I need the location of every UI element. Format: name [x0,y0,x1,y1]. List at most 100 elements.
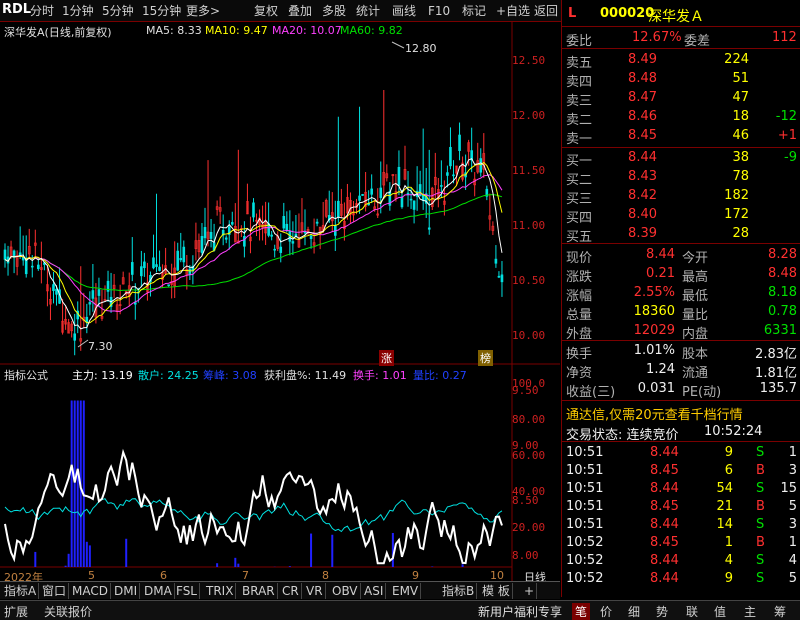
tick-price: 8.44 [650,481,679,496]
toolbar-more[interactable]: 更多> [186,3,220,19]
tab-brar[interactable]: BRAR [240,583,278,599]
trade-time: 10:52:24 [704,424,763,439]
main-force-label: 主力: 13.19 [72,369,133,382]
quote-row: 净资 1.24 流通 1.81亿 [562,360,800,381]
weibi-row: 委比 12.67% 委差 112 [562,28,800,49]
candle-body [449,146,452,167]
quote-value: 0.78 [768,304,797,319]
candle-body [91,290,95,299]
candle-body [361,194,364,196]
ask-price: 8.45 [628,128,657,143]
chip-bar [331,534,334,567]
tick-volume: 4 [724,553,733,568]
toolbar-adjust[interactable]: 复权 [254,3,278,19]
ask-price: 8.48 [628,71,657,86]
toolbar-mark[interactable]: 标记 [462,3,486,19]
rank-tag[interactable]: 榜 [478,350,493,366]
tab-template[interactable]: 模 板 [480,583,513,599]
toolbar-stats[interactable]: 统计 [356,3,380,19]
tab-vr[interactable]: VR [304,583,326,599]
candle-body [179,258,183,261]
quote-value: 12029 [633,323,675,338]
candle-body [188,268,192,275]
ask-price: 8.49 [628,52,657,67]
tab-macd[interactable]: MACD [70,583,111,599]
kline-chart-area[interactable]: 深华发A(日线,前复权) MA5: 8.33 MA10: 9.47 MA20: … [0,22,560,597]
tab-indicator-a[interactable]: 指标A [2,583,40,599]
indicator-title[interactable]: 指标公式 [4,367,48,383]
toolbar-intraday[interactable]: 分时 [30,3,54,19]
tab-add[interactable]: + [522,583,538,599]
toolbar-5min[interactable]: 5分钟 [102,3,134,19]
candle-body [400,196,404,208]
rise-tag[interactable]: 涨 [379,350,394,366]
tab-emv[interactable]: EMV [390,583,422,599]
chip-bar [76,400,79,567]
quote-row: 涨跌 0.21 最高 8.48 [562,264,800,285]
stock-name: 深华发Ａ [648,9,704,25]
tab-asi[interactable]: ASI [362,583,387,599]
toolbar-f10[interactable]: F10 [428,3,450,19]
tick-row: 10:52 8.44 4 S 4 [562,551,800,571]
candle-body [176,250,180,271]
candle-body [291,241,295,244]
bid-price: 8.42 [628,188,657,203]
tab-fsl[interactable]: FSL [174,583,200,599]
indicator-tick: 20.00 [512,521,546,534]
tab-chips[interactable]: 筹 [774,603,786,620]
candle-body [182,246,186,263]
tick-volume: 54 [716,481,733,496]
tab-dmi[interactable]: DMI [112,583,141,599]
expand-button[interactable]: 扩展 [4,603,28,620]
toolbar-back[interactable]: 返回 [534,3,558,19]
level2-promo[interactable]: 通达信,仅需20元查看千档行情 [566,404,743,423]
tab-main[interactable]: 主 [744,603,756,620]
ask-volume: 51 [732,71,749,86]
candle-body [273,248,276,251]
tab-trades[interactable]: 笔 [572,603,591,620]
candle-body [285,223,289,231]
chip-bar [216,563,219,567]
toolbar-multi[interactable]: 多股 [322,3,346,19]
toolbar-overlay[interactable]: 叠加 [288,3,312,19]
related-quote-button[interactable]: 关联报价 [44,603,92,620]
tab-value[interactable]: 值 [714,603,726,620]
chip-peak-label: 筹峰: 3.08 [203,369,257,382]
candle-body [252,202,255,218]
tab-window[interactable]: 窗口 [40,583,70,599]
quote-row: 外盘 12029 内盘 6331 [562,321,800,342]
tab-trend[interactable]: 势 [656,603,668,620]
tick-row: 10:52 8.45 1 B 1 [562,533,800,553]
promo-link[interactable]: 新用户福利专享 [478,603,562,620]
chip-bar [461,564,464,567]
tick-volume: 9 [724,445,733,460]
tab-dma[interactable]: DMA [142,583,175,599]
tick-price: 8.44 [650,445,679,460]
candle-body [315,221,319,224]
chip-bar [234,557,237,567]
tab-linked[interactable]: 联 [686,603,698,620]
tab-price[interactable]: 价 [600,603,612,620]
tab-detail[interactable]: 细 [628,603,640,620]
quote-value: 2.55% [633,285,675,300]
toolbar-add-watch[interactable]: +自选 [496,3,530,19]
toolbar-draw[interactable]: 画线 [392,3,416,19]
bid-row: 买五 8.39 28 [562,224,800,245]
toolbar-1min[interactable]: 1分钟 [62,3,94,19]
tick-row: 10:52 8.44 9 S 5 [562,569,800,589]
tab-cr[interactable]: CR [280,583,302,599]
tick-count: 1 [788,445,797,460]
chip-bar [310,533,313,567]
candle-body [140,266,143,277]
tick-volume: 9 [724,571,733,586]
tab-obv[interactable]: OBV [330,583,361,599]
candle-body [370,188,373,195]
tick-time: 10:51 [566,463,604,478]
tab-indicator-b[interactable]: 指标B [440,583,478,599]
candle-body [152,257,155,269]
app-window: RDL 分时 1分钟 5分钟 15分钟 更多> 复权 叠加 多股 统计 画线 F… [0,0,800,620]
toolbar-15min[interactable]: 15分钟 [142,3,181,19]
tab-trix[interactable]: TRIX [204,583,237,599]
ma5-line [4,158,503,330]
candle-body [446,172,449,176]
